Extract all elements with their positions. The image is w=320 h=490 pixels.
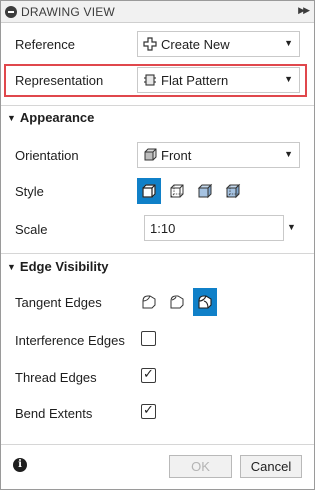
double-chevron-right-icon[interactable]: ▶▶ xyxy=(298,5,310,16)
style-visible-edges-button[interactable] xyxy=(137,178,161,204)
shaded-icon xyxy=(197,183,213,199)
thread-edges-checkbox[interactable]: ✓ xyxy=(141,366,156,383)
bend-extents-label: Bend Extents xyxy=(15,406,93,421)
representation-dropdown[interactable]: Flat Pattern ▼ xyxy=(137,67,300,93)
cancel-button[interactable]: Cancel xyxy=(240,455,302,478)
chevron-down-icon: ▼ xyxy=(284,149,293,159)
representation-label: Representation xyxy=(15,73,104,88)
checkmark-icon: ✓ xyxy=(143,366,154,381)
scale-label: Scale xyxy=(15,222,48,237)
drawing-view-dialog: DRAWING VIEW ▶▶ Reference Create New ▼ R… xyxy=(0,0,315,490)
scale-value: 1:10 xyxy=(150,221,176,236)
info-icon[interactable]: i xyxy=(13,458,27,472)
visible-edges-icon xyxy=(142,184,156,198)
dialog-title: DRAWING VIEW xyxy=(21,5,115,19)
edge-visibility-section-header[interactable]: ▼ Edge Visibility xyxy=(7,259,109,274)
thread-edges-label: Thread Edges xyxy=(15,370,97,385)
scale-input[interactable]: 1:10 xyxy=(144,215,284,241)
edge-visibility-header-text: Edge Visibility xyxy=(19,259,109,274)
checkmark-icon: ✓ xyxy=(143,402,154,417)
representation-value: Flat Pattern xyxy=(161,73,229,88)
bend-extents-checkbox[interactable]: ✓ xyxy=(141,402,156,419)
scale-dropdown-arrow-icon[interactable]: ▼ xyxy=(287,222,296,232)
tangent-shortened-icon xyxy=(170,295,184,309)
chevron-down-icon: ▼ xyxy=(284,74,293,84)
flat-pattern-icon xyxy=(144,74,156,86)
ok-button[interactable]: OK xyxy=(169,455,232,478)
orientation-value: Front xyxy=(161,148,192,163)
style-shaded-button[interactable] xyxy=(193,178,217,204)
minus-circle-icon[interactable] xyxy=(5,6,17,18)
appearance-section-header[interactable]: ▼ Appearance xyxy=(7,110,94,125)
footer-divider xyxy=(1,444,314,445)
appearance-header-text: Appearance xyxy=(19,110,95,125)
chevron-down-icon: ▼ xyxy=(284,38,293,48)
dialog-titlebar[interactable]: DRAWING VIEW ▶▶ xyxy=(1,1,314,23)
tangent-off-icon xyxy=(142,295,156,309)
collapse-triangle-icon[interactable]: ▼ xyxy=(7,262,16,272)
plus-icon xyxy=(143,37,157,51)
reference-label: Reference xyxy=(15,37,75,52)
orientation-label: Orientation xyxy=(15,148,79,163)
reference-dropdown[interactable]: Create New ▼ xyxy=(137,31,300,57)
shaded-with-hidden-edges-icon xyxy=(225,183,241,199)
interference-edges-label: Interference Edges xyxy=(15,333,125,348)
style-shaded-with-hidden-edges-button[interactable] xyxy=(221,178,245,204)
divider xyxy=(1,253,314,254)
collapse-triangle-icon[interactable]: ▼ xyxy=(7,113,16,123)
tangent-off-button[interactable] xyxy=(137,288,161,316)
tangent-full-icon xyxy=(198,295,212,309)
reference-value: Create New xyxy=(161,37,230,52)
divider xyxy=(1,105,314,106)
tangent-shortened-button[interactable] xyxy=(165,288,189,316)
orientation-dropdown[interactable]: Front ▼ xyxy=(137,142,300,168)
style-visible-and-hidden-edges-button[interactable] xyxy=(165,178,189,204)
visible-and-hidden-edges-icon xyxy=(170,184,184,198)
style-label: Style xyxy=(15,184,44,199)
tangent-edges-label: Tangent Edges xyxy=(15,295,102,310)
cube-front-icon xyxy=(144,148,157,161)
tangent-full-button[interactable] xyxy=(193,288,217,316)
interference-edges-checkbox[interactable] xyxy=(141,331,156,346)
